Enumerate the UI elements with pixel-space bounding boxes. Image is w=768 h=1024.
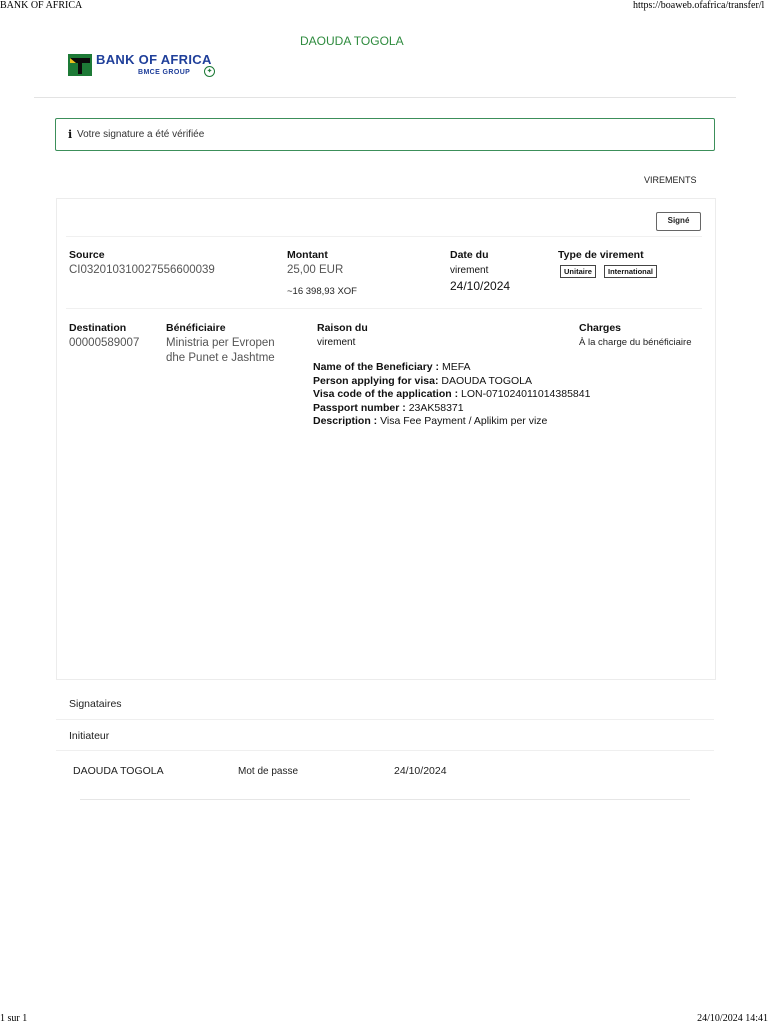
reason-line: Name of the Beneficiary : MEFA: [313, 361, 471, 373]
transfer-type-tag-unitaire: Unitaire: [560, 265, 596, 278]
table-row: DAOUDA TOGOLA Mot de passe 24/10/2024: [56, 752, 714, 800]
reason-label-line1: Raison du: [317, 322, 368, 334]
bank-logo[interactable]: BANK OF AFRICA BMCE GROUP ✦: [68, 52, 228, 82]
transfer-date: 24/10/2024: [450, 279, 511, 293]
beneficiary-name-line2: dhe Punet e Jashtme: [166, 352, 275, 364]
transfer-type-label: Type de virement: [558, 249, 644, 261]
header-divider: [34, 97, 736, 98]
destination-label: Destination: [69, 322, 127, 334]
initiator-divider: [56, 750, 714, 751]
charges-label: Charges: [579, 322, 622, 334]
source-label: Source: [69, 249, 105, 261]
amount-converted: ~16 398,93 XOF: [287, 286, 357, 297]
destination-account: 00000589007: [69, 337, 140, 349]
info-icon: i: [68, 128, 73, 141]
print-footer-page: 1 sur 1: [0, 1013, 28, 1024]
signatory-name: DAOUDA TOGOLA: [73, 765, 164, 777]
signatories-title: Signataires: [69, 698, 122, 710]
date-label-line1: Date du: [450, 249, 489, 261]
signatories-divider: [56, 719, 714, 720]
print-header-title: BANK OF AFRICA: [0, 0, 83, 11]
alert-text: Votre signature a été vérifiée: [77, 129, 205, 140]
table-row-divider: [80, 799, 690, 800]
beneficiary-label: Bénéficiaire: [166, 322, 226, 334]
signatory-date: 24/10/2024: [394, 765, 447, 777]
logo-subtitle: BMCE GROUP: [138, 69, 191, 76]
signed-status-button[interactable]: Signé: [656, 212, 701, 231]
source-account: CI032010310027556600039: [69, 264, 215, 276]
date-label-line2: virement: [450, 265, 489, 276]
reason-line: Person applying for visa: DAOUDA TOGOLA: [313, 374, 533, 387]
logo-title: BANK OF AFRICA: [96, 52, 212, 67]
card-divider-middle: [66, 308, 702, 309]
reason-line: Passport number : 23AK58371: [313, 401, 464, 414]
amount-value: 25,00 EUR: [287, 264, 344, 276]
charges-value: À la charge du bénéficiaire: [579, 337, 692, 348]
reason-label-line2: virement: [317, 337, 356, 348]
reason-line: Description : Visa Fee Payment / Aplikim…: [313, 415, 548, 428]
initiator-title: Initiateur: [69, 730, 110, 742]
signatory-method: Mot de passe: [238, 766, 299, 777]
print-footer-timestamp: 24/10/2024 14:41: [697, 1013, 768, 1024]
user-name: DAOUDA TOGOLA: [300, 34, 404, 48]
card-divider-top: [66, 236, 702, 237]
transfer-reason-details: Name of the Beneficiary : MEFA Person ap…: [313, 361, 673, 429]
amount-label: Montant: [287, 249, 328, 261]
signature-verified-alert: i Votre signature a été vérifiée: [55, 118, 715, 151]
logo-mark-icon: [68, 54, 92, 76]
beneficiary-name-line1: Ministria per Evropen: [166, 337, 275, 349]
transfers-link[interactable]: VIREMENTS: [644, 175, 697, 185]
reason-line: Visa code of the application : LON-07102…: [313, 388, 591, 401]
group-emblem-icon: ✦: [204, 66, 215, 77]
print-header-url: https://boaweb.ofafrica/transfer/l: [633, 0, 765, 11]
transfer-type-tag-international: International: [604, 265, 658, 278]
